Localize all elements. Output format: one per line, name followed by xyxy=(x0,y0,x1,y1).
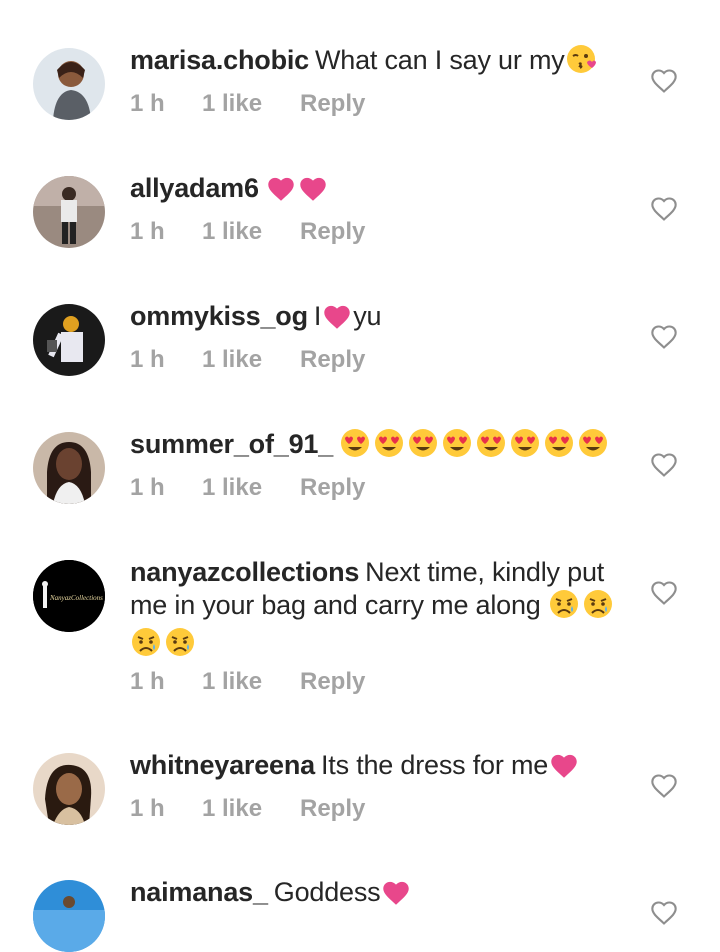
username[interactable]: whitneyareena xyxy=(130,750,315,780)
heart-eyes-icon xyxy=(339,428,371,466)
emoji-row xyxy=(339,429,611,459)
kiss-face-icon xyxy=(565,44,597,82)
like-count[interactable]: 1 like xyxy=(202,474,300,502)
comment-text: nanyazcollections Next time, kindly put m… xyxy=(130,556,620,665)
username[interactable]: nanyazcollections xyxy=(130,557,359,587)
comment-meta: 1 h 1 like Reply xyxy=(130,795,365,823)
comment-meta: 1 h 1 like Reply xyxy=(130,218,365,246)
like-heart-icon[interactable] xyxy=(650,67,678,95)
timestamp: 1 h xyxy=(130,218,165,245)
pink-heart-icon xyxy=(265,174,297,210)
username[interactable]: ommykiss_og xyxy=(130,301,308,331)
comment-message: yu xyxy=(353,301,382,331)
username[interactable]: naimanas_ xyxy=(130,877,268,907)
comment-meta: 1 h 1 like Reply xyxy=(130,668,365,696)
username[interactable]: marisa.chobic xyxy=(130,45,309,75)
comment-message: Its the dress for me xyxy=(320,750,549,780)
username[interactable]: summer_of_91_ xyxy=(130,429,333,459)
heart-eyes-icon xyxy=(543,428,575,466)
like-heart-icon[interactable] xyxy=(650,195,678,223)
avatar-logo-text: NanyazCollections xyxy=(49,594,103,602)
comment-text: marisa.chobic What can I say ur my xyxy=(130,44,620,82)
comment-meta: 1 h 1 like Reply xyxy=(130,346,365,374)
comment-text: summer_of_91_ xyxy=(130,428,620,466)
pink-heart-icon xyxy=(380,878,412,914)
comment-text: ommykiss_og Iyu xyxy=(130,300,620,338)
heart-eyes-icon xyxy=(509,428,541,466)
pink-heart-icon xyxy=(548,751,580,787)
sad-face-icon xyxy=(582,589,614,627)
like-count[interactable]: 1 like xyxy=(202,795,300,823)
timestamp: 1 h xyxy=(130,346,165,373)
username[interactable]: allyadam6 xyxy=(130,173,259,203)
avatar[interactable] xyxy=(33,176,105,248)
comment-meta: 1 h 1 like Reply xyxy=(130,90,365,118)
like-count[interactable]: 1 like xyxy=(202,90,300,118)
reply-button[interactable]: Reply xyxy=(300,668,365,696)
sad-face-icon xyxy=(130,627,162,665)
like-count[interactable]: 1 like xyxy=(202,346,300,374)
avatar[interactable] xyxy=(33,432,105,504)
pink-heart-icon xyxy=(321,302,353,338)
reply-button[interactable]: Reply xyxy=(300,346,365,374)
heart-eyes-icon xyxy=(441,428,473,466)
comment-text: whitneyareena Its the dress for me xyxy=(130,749,620,787)
like-heart-icon[interactable] xyxy=(650,323,678,351)
sad-face-icon xyxy=(548,589,580,627)
avatar[interactable] xyxy=(33,753,105,825)
like-count[interactable]: 1 like xyxy=(202,218,300,246)
comment-message: I xyxy=(313,301,322,331)
like-heart-icon[interactable] xyxy=(650,579,678,607)
avatar[interactable]: NanyazCollections xyxy=(33,560,105,632)
avatar[interactable] xyxy=(33,48,105,120)
sad-face-icon xyxy=(164,627,196,665)
comment-text: naimanas_ Goddess xyxy=(130,876,620,914)
timestamp: 1 h xyxy=(130,474,165,501)
like-heart-icon[interactable] xyxy=(650,772,678,800)
comment-message: Goddess xyxy=(273,877,381,907)
heart-eyes-icon xyxy=(407,428,439,466)
heart-eyes-icon xyxy=(577,428,609,466)
like-count[interactable]: 1 like xyxy=(202,668,300,696)
timestamp: 1 h xyxy=(130,90,165,117)
heart-eyes-icon xyxy=(475,428,507,466)
comment-meta: 1 h 1 like Reply xyxy=(130,474,365,502)
reply-button[interactable]: Reply xyxy=(300,795,365,823)
reply-button[interactable]: Reply xyxy=(300,474,365,502)
reply-button[interactable]: Reply xyxy=(300,218,365,246)
comment-text: allyadam6 xyxy=(130,172,620,210)
pink-heart-icon xyxy=(297,174,329,210)
comment-message: What can I say ur my xyxy=(314,45,565,75)
like-heart-icon[interactable] xyxy=(650,899,678,927)
like-heart-icon[interactable] xyxy=(650,451,678,479)
timestamp: 1 h xyxy=(130,668,165,695)
avatar[interactable] xyxy=(33,880,105,952)
reply-button[interactable]: Reply xyxy=(300,90,365,118)
heart-eyes-icon xyxy=(373,428,405,466)
timestamp: 1 h xyxy=(130,795,165,822)
avatar[interactable] xyxy=(33,304,105,376)
